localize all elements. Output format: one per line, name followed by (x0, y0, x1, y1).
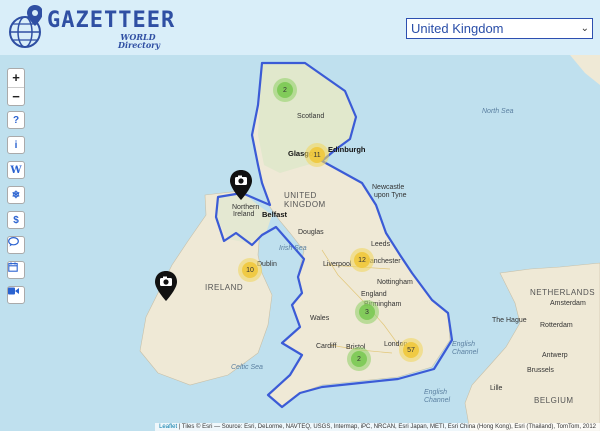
sea-label-english-channel-4: Channel (424, 397, 451, 404)
map-attribution: Leaflet | Tiles © Esri — Source: Esri, D… (155, 423, 600, 431)
region-label-northern-ireland-2: Ireland (233, 211, 255, 218)
city-label-newcastle-2: upon Tyne (374, 192, 407, 199)
country-label-uk-2: KINGDOM (284, 200, 326, 209)
marker-cluster-count: 2 (277, 82, 293, 98)
city-label-leeds: Leeds (371, 241, 391, 248)
marker-cluster-count: 10 (242, 262, 258, 278)
sea-label-celtic-sea: Celtic Sea (231, 364, 263, 371)
city-label-cardiff: Cardiff (316, 343, 337, 350)
city-label-liverpool: Liverpool (323, 261, 352, 268)
app-subtitle-line2: Directory (118, 40, 161, 50)
zoom-out-button[interactable]: − (8, 88, 24, 106)
country-label-uk-1: UNITED (284, 191, 317, 200)
city-label-newcastle-1: Newcastle (372, 184, 405, 191)
webcam-button[interactable] (7, 286, 25, 304)
help-icon: ? (12, 114, 20, 126)
currency-button[interactable]: $ (7, 211, 25, 229)
chevron-down-icon: ⌄ (580, 23, 589, 34)
camera-marker-icon[interactable] (155, 271, 177, 301)
country-select[interactable]: United Kingdom ⌄ (406, 18, 593, 39)
marker-cluster[interactable]: 57 (399, 338, 423, 362)
marker-cluster-count: 2 (351, 351, 367, 367)
calendar-button[interactable] (7, 261, 25, 279)
marker-cluster-count: 3 (359, 304, 375, 320)
country-label-ireland: IRELAND (205, 283, 244, 292)
marker-cluster[interactable]: 12 (350, 248, 374, 272)
marker-cluster[interactable]: 2 (347, 347, 371, 371)
marker-cluster-count: 11 (309, 147, 325, 163)
app-title: GAZETTEER (47, 8, 176, 33)
marker-cluster[interactable]: 3 (355, 300, 379, 324)
weather-button[interactable]: ❄ (7, 186, 25, 204)
leaflet-link[interactable]: Leaflet (159, 424, 177, 430)
sea-label-north-sea: North Sea (482, 108, 514, 115)
city-label-brussels: Brussels (527, 367, 554, 374)
zoom-in-button[interactable]: + (8, 69, 24, 88)
city-label-antwerp: Antwerp (542, 352, 568, 359)
help-button[interactable]: ? (7, 111, 25, 129)
city-label-lille: Lille (490, 385, 503, 392)
country-select-value: United Kingdom (411, 21, 504, 36)
app-header: GAZETTEER WORLD Directory United Kingdom… (0, 0, 600, 55)
region-label-scotland: Scotland (297, 113, 325, 120)
wikipedia-icon: W (10, 164, 22, 176)
info-icon: i (14, 139, 18, 151)
dollar-icon: $ (13, 214, 19, 226)
country-label-belgium: BELGIUM (534, 396, 574, 405)
info-button[interactable]: i (7, 136, 25, 154)
region-label-wales: Wales (310, 315, 330, 322)
city-label-douglas: Douglas (298, 229, 324, 236)
city-label-belfast: Belfast (262, 210, 288, 219)
zoom-control: + − (7, 68, 25, 106)
sea-label-irish-sea: Irish Sea (279, 245, 307, 252)
map[interactable]: North Sea Irish Sea Celtic Sea English C… (0, 55, 600, 431)
sea-label-english-channel-2: Channel (452, 349, 479, 356)
city-label-the-hague: The Hague (492, 317, 527, 324)
sea-label-english-channel-3: English (424, 389, 447, 396)
marker-cluster[interactable]: 2 (273, 78, 297, 102)
wikipedia-button[interactable]: W (7, 161, 25, 179)
region-label-northern-ireland-1: Northern (232, 204, 260, 211)
camera-marker-icon[interactable] (230, 170, 252, 200)
app-subtitle: WORLD Directory (118, 33, 161, 50)
marker-cluster-count: 12 (354, 252, 370, 268)
marker-cluster[interactable]: 10 (238, 258, 262, 282)
sea-label-english-channel-1: English (452, 341, 475, 348)
news-button[interactable] (7, 236, 25, 254)
city-label-rotterdam: Rotterdam (540, 322, 573, 329)
globe-pin-icon (9, 5, 42, 48)
snowflake-icon: ❄ (11, 189, 21, 201)
marker-cluster-count: 57 (403, 342, 419, 358)
region-label-england: England (361, 291, 387, 298)
city-label-edinburgh: Edinburgh (328, 145, 366, 154)
attribution-text: | Tiles © Esri — Source: Esri, DeLorme, … (177, 424, 596, 430)
city-label-nottingham: Nottingham (377, 279, 413, 286)
country-label-netherlands: NETHERLANDS (530, 288, 596, 297)
marker-cluster[interactable]: 11 (305, 143, 329, 167)
city-label-amsterdam: Amsterdam (550, 300, 586, 307)
